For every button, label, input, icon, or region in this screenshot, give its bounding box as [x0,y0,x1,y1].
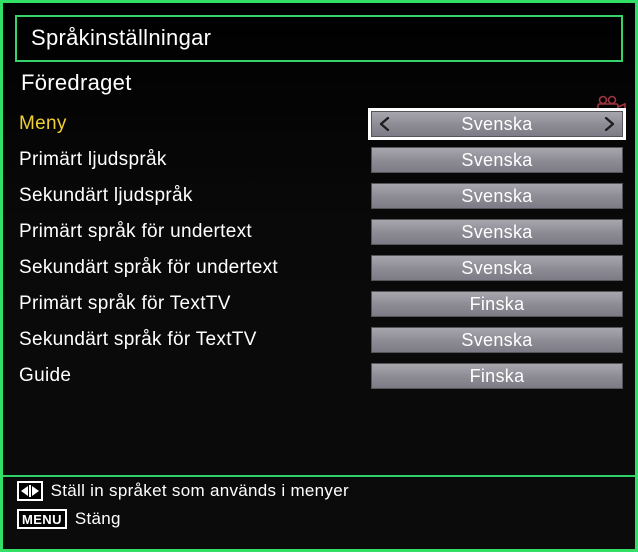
left-right-key-icon [17,481,43,501]
settings-row[interactable]: Primärt språk för TextTV Finska [17,286,623,322]
row-label: Guide [17,365,363,387]
value-selector[interactable]: Svenska [371,147,623,173]
hint-menu-line: MENU Stäng [17,507,621,531]
row-label: Primärt språk för TextTV [17,293,363,315]
value-selector[interactable]: Svenska [371,327,623,353]
chevron-right-icon[interactable] [600,115,618,133]
selector-value: Svenska [461,222,532,243]
value-selector[interactable]: Svenska [371,183,623,209]
settings-row[interactable]: Meny Svenska [17,106,623,142]
settings-list: MenySvenskaPrimärt ljudspråkSvenskaSekun… [17,106,623,394]
row-label: Primärt ljudspråk [17,149,363,171]
selector-value: Svenska [461,114,532,135]
row-label: Primärt språk för undertext [17,221,363,243]
value-selector[interactable]: Svenska [371,219,623,245]
selector-value: Finska [470,366,525,387]
hint-arrows-text: Ställ in språket som används i menyer [51,481,349,501]
menu-key-icon: MENU [17,509,67,529]
row-label: Sekundärt språk för undertext [17,257,363,279]
settings-row[interactable]: Primärt språk för undertext Svenska [17,214,623,250]
row-label: Sekundärt språk för TextTV [17,329,363,351]
settings-row[interactable]: Primärt ljudspråk Svenska [17,142,623,178]
selector-value: Svenska [461,258,532,279]
settings-row[interactable]: Sekundärt ljudspråk Svenska [17,178,623,214]
hint-arrows-line: Ställ in språket som används i menyer [17,479,621,503]
page-title: Språkinställningar [31,25,211,50]
row-label: Meny [17,113,363,135]
title-box: Språkinställningar [15,15,623,62]
divider [3,475,635,477]
settings-row[interactable]: Guide Finska [17,358,623,394]
selector-value: Svenska [461,186,532,207]
hint-menu-text: Stäng [75,509,121,529]
value-selector[interactable]: Finska [371,291,623,317]
selector-value: Svenska [461,330,532,351]
row-label: Sekundärt ljudspråk [17,185,363,207]
value-selector[interactable]: Finska [371,363,623,389]
selector-value: Svenska [461,150,532,171]
settings-row[interactable]: Sekundärt språk för TextTV Svenska [17,322,623,358]
footer-hints: Ställ in språket som används i menyer ME… [17,479,621,535]
settings-row[interactable]: Sekundärt språk för undertext Svenska [17,250,623,286]
section-title: Föredraget [21,70,623,96]
chevron-left-icon[interactable] [376,115,394,133]
value-selector[interactable]: Svenska [371,111,623,137]
settings-panel: Språkinställningar Föredraget Meny Svensk… [0,0,638,552]
value-selector[interactable]: Svenska [371,255,623,281]
selector-value: Finska [470,294,525,315]
